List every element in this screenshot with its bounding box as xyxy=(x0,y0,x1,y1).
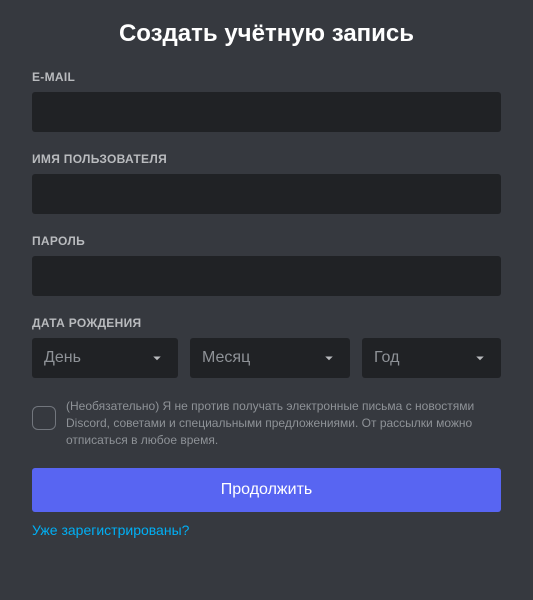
email-group: E-MAIL xyxy=(32,70,501,132)
marketing-text: (Необязательно) Я не против получать эле… xyxy=(66,398,501,448)
dob-day-select[interactable]: День xyxy=(32,338,178,378)
dob-row: День Месяц Год xyxy=(32,338,501,378)
dob-label: ДАТА РОЖДЕНИЯ xyxy=(32,316,501,330)
password-field[interactable] xyxy=(32,256,501,296)
page-title: Создать учётную запись xyxy=(32,20,501,48)
chevron-down-icon xyxy=(148,349,166,367)
dob-year-select[interactable]: Год xyxy=(362,338,501,378)
marketing-optin-row: (Необязательно) Я не против получать эле… xyxy=(32,398,501,448)
continue-button[interactable]: Продолжить xyxy=(32,468,501,512)
email-field[interactable] xyxy=(32,92,501,132)
chevron-down-icon xyxy=(471,349,489,367)
dob-day-placeholder: День xyxy=(44,349,81,367)
email-label: E-MAIL xyxy=(32,70,501,84)
dob-month-placeholder: Месяц xyxy=(202,349,250,367)
dob-month-select[interactable]: Месяц xyxy=(190,338,350,378)
password-group: ПАРОЛЬ xyxy=(32,234,501,296)
already-registered-link[interactable]: Уже зарегистрированы? xyxy=(32,522,189,538)
dob-year-placeholder: Год xyxy=(374,349,399,367)
username-label: ИМЯ ПОЛЬЗОВАТЕЛЯ xyxy=(32,152,501,166)
username-field[interactable] xyxy=(32,174,501,214)
marketing-checkbox[interactable] xyxy=(32,406,56,430)
dob-group: ДАТА РОЖДЕНИЯ День Месяц Год xyxy=(32,316,501,378)
password-label: ПАРОЛЬ xyxy=(32,234,501,248)
chevron-down-icon xyxy=(320,349,338,367)
username-group: ИМЯ ПОЛЬЗОВАТЕЛЯ xyxy=(32,152,501,214)
